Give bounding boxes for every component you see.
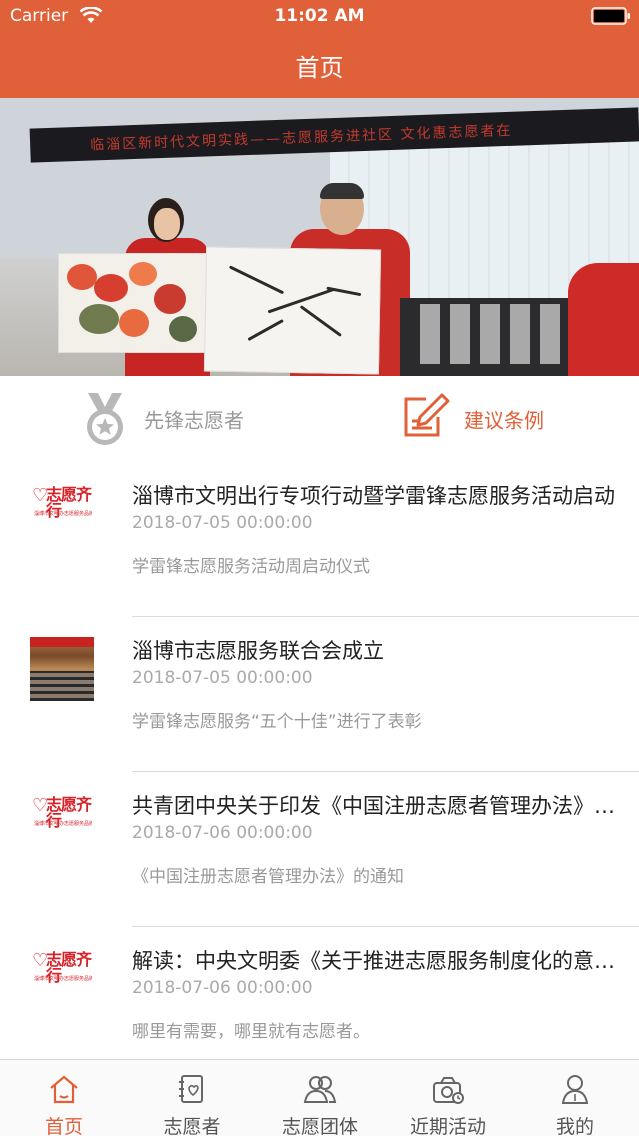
news-title: 淄博市文明出行专项行动暨学雷锋志愿服务活动启动 (132, 484, 615, 508)
banner-image[interactable]: 临淄区新时代文明实践——志愿服务进社区 文化惠志愿者在 (0, 98, 639, 376)
flower-painting (58, 253, 208, 353)
tab-home[interactable]: 首页 (0, 1060, 128, 1136)
edit-icon (404, 393, 450, 437)
news-title: 共青团中央关于印发《中国注册志愿者管理办法》的通知 (132, 794, 622, 818)
ink-painting (203, 246, 382, 375)
news-item[interactable]: ♡ 志愿齐行 淄博市文明办志愿服务品牌 共青团中央关于印发《中国注册志愿者管理办… (0, 772, 639, 927)
category-row: 先锋志愿者 建议条例 (0, 376, 639, 454)
pioneer-volunteer-label: 先锋志愿者 (144, 408, 244, 433)
news-date: 2018-07-06 00:00:00 (132, 978, 313, 998)
meeting-photo-thumbnail (30, 637, 94, 701)
activity-icon (433, 1077, 464, 1104)
battery-icon (591, 7, 630, 25)
page-title: 首页 (295, 54, 344, 82)
medal-icon (87, 393, 123, 445)
tab-mine[interactable]: 我的 (511, 1060, 639, 1136)
group-icon (303, 1076, 337, 1103)
tab-bar: 首页 志愿者 志愿团体 近期活动 我的 (0, 1059, 639, 1136)
news-list: ♡ 志愿齐行 淄博市文明办志愿服务品牌 淄博市文明出行专项行动暨学雷锋志愿服务活… (0, 462, 639, 1082)
news-title: 淄博市志愿服务联合会成立 (132, 639, 384, 663)
news-date: 2018-07-06 00:00:00 (132, 823, 313, 843)
news-title: 解读：中央文明委《关于推进志愿服务制度化的意见》 (132, 949, 622, 973)
volunteer-card-icon (179, 1075, 203, 1103)
volunteer-logo-thumbnail: ♡ 志愿齐行 淄博市文明办志愿服务品牌 (30, 792, 94, 856)
home-icon (50, 1075, 78, 1104)
suggestion-regulation-label: 建议条例 (464, 408, 544, 433)
news-summary: 学雷锋志愿服务活动周启动仪式 (132, 557, 370, 577)
status-time: 11:02 AM (274, 6, 365, 26)
news-summary: 学雷锋志愿服务“五个十佳”进行了表彰 (132, 712, 422, 732)
news-item[interactable]: ♡ 志愿齐行 淄博市文明办志愿服务品牌 淄博市文明出行专项行动暨学雷锋志愿服务活… (0, 462, 639, 617)
news-summary: 哪里有需要，哪里就有志愿者。 (132, 1022, 370, 1042)
news-item[interactable]: 淄博市志愿服务联合会成立 2018-07-05 00:00:00 学雷锋志愿服务… (0, 617, 639, 772)
volunteer-logo-thumbnail: ♡ 志愿齐行 淄博市文明办志愿服务品牌 (30, 482, 94, 546)
news-date: 2018-07-05 00:00:00 (132, 513, 313, 533)
volunteer-logo-thumbnail: ♡ 志愿齐行 淄博市文明办志愿服务品牌 (30, 947, 94, 1011)
news-date: 2018-07-05 00:00:00 (132, 668, 313, 688)
status-bar: Carrier 11:02 AM (0, 0, 639, 32)
profile-icon (561, 1075, 589, 1104)
app-header: Carrier 11:02 AM 首页 (0, 0, 639, 98)
tab-recent-activities[interactable]: 近期活动 (384, 1060, 512, 1136)
news-summary: 《中国注册志愿者管理办法》的通知 (132, 867, 404, 887)
tab-volunteer-group[interactable]: 志愿团体 (256, 1060, 384, 1136)
tab-volunteer[interactable]: 志愿者 (128, 1060, 256, 1136)
